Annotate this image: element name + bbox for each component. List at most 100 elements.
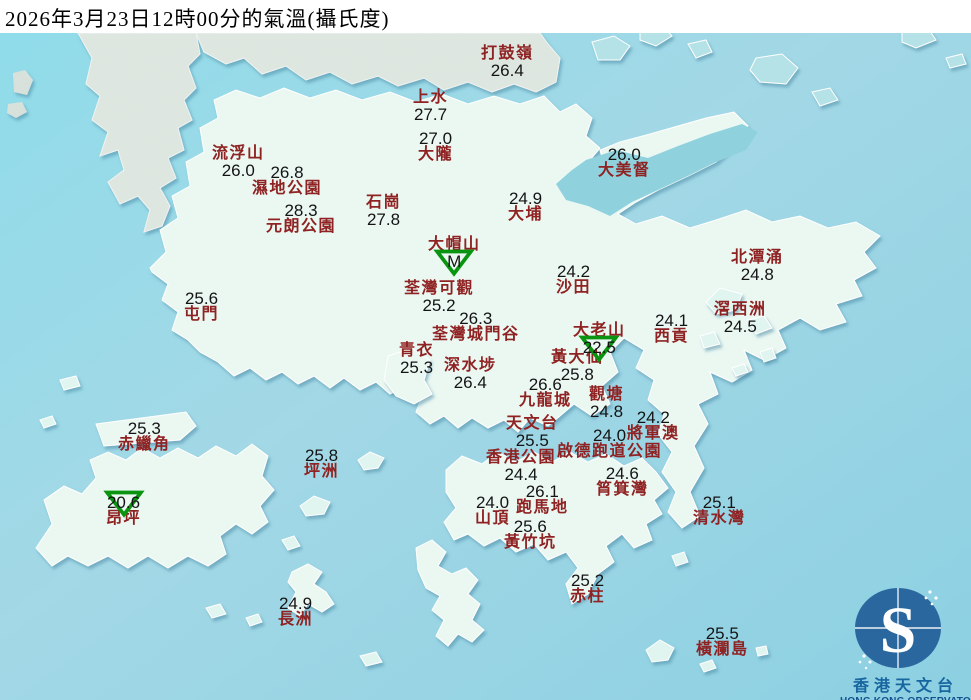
station-temperature-value: 20.6 — [107, 494, 140, 511]
logo-english-name: HONG KONG OBSERVATORY — [840, 696, 971, 700]
station-屯門: 25.6屯門 — [184, 290, 219, 323]
station-temperature-value: 24.2 — [557, 263, 590, 280]
station-name-label: 赤柱 — [570, 589, 605, 605]
station-name-label: 屯門 — [184, 307, 219, 323]
station-temperature-value: 25.5 — [516, 432, 549, 449]
station-temperature-value: 26.4 — [454, 374, 487, 391]
station-name-label: 荃灣城門谷 — [432, 327, 520, 343]
station-temperature-value: 27.8 — [367, 211, 400, 228]
station-name-label: 啟德跑道公園 — [557, 444, 662, 460]
station-temperature-value: 25.1 — [703, 494, 736, 511]
station-name-label: 濕地公園 — [252, 181, 322, 197]
station-name-label: 大美督 — [598, 163, 651, 179]
station-name-label: 流浮山 — [212, 146, 265, 162]
station-temperature-value: 26.8 — [270, 164, 303, 181]
station-name-label: 長洲 — [278, 612, 313, 628]
station-name-label: 赤鱲角 — [118, 437, 171, 453]
station-temperature-value: 24.4 — [504, 466, 537, 483]
station-temperature-value: 25.3 — [128, 420, 161, 437]
station-name-label: 黃竹坑 — [504, 535, 557, 551]
station-清水灣: 25.1清水灣 — [693, 494, 746, 527]
station-濕地公園: 26.8濕地公園 — [252, 164, 322, 197]
station-temperature-value: 24.0 — [476, 494, 509, 511]
station-北潭涌: 北潭涌24.8 — [731, 250, 784, 283]
station-大老山: 大老山22.5 — [573, 323, 626, 356]
station-name-label: 西貢 — [654, 329, 689, 345]
station-name-label: 將軍澳 — [627, 426, 680, 442]
station-觀塘: 觀塘24.8 — [589, 387, 624, 420]
station-滘西洲: 滘西洲24.5 — [714, 302, 767, 335]
station-長洲: 24.9長洲 — [278, 595, 313, 628]
station-temperature-value: M — [447, 253, 461, 270]
station-打鼓嶺: 打鼓嶺26.4 — [481, 46, 534, 79]
station-temperature-value: 25.8 — [305, 447, 338, 464]
station-temperature-value: 22.5 — [583, 339, 616, 356]
station-坪洲: 25.8坪洲 — [304, 447, 339, 480]
station-temperature-value: 26.6 — [529, 376, 562, 393]
station-name-label: 上水 — [413, 90, 448, 106]
station-大帽山: 大帽山M — [428, 237, 481, 270]
station-name-label: 筲箕灣 — [596, 482, 649, 498]
station-temperature-value: 25.8 — [561, 366, 594, 383]
station-temperature-value: 26.1 — [526, 483, 559, 500]
station-香港公園: 香港公園24.4 — [486, 450, 556, 483]
station-name-label: 沙田 — [556, 280, 591, 296]
station-深水埗: 深水埗26.4 — [444, 358, 497, 391]
station-赤柱: 25.2赤柱 — [570, 572, 605, 605]
station-上水: 上水27.7 — [413, 90, 448, 123]
station-name-label: 滘西洲 — [714, 302, 767, 318]
station-temperature-value: 24.9 — [509, 190, 542, 207]
title-bar: 2026年3月23日12時00分的氣溫(攝氏度) — [0, 0, 971, 33]
station-name-label: 深水埗 — [444, 358, 497, 374]
station-temperature-value: 26.0 — [608, 146, 641, 163]
page-title: 2026年3月23日12時00分的氣溫(攝氏度) — [5, 3, 390, 33]
station-temperature-value: 26.3 — [459, 310, 492, 327]
station-name-label: 清水灣 — [693, 511, 746, 527]
station-name-label: 元朗公園 — [266, 219, 336, 235]
station-name-label: 天文台 — [506, 416, 559, 432]
station-跑馬地: 26.1跑馬地 — [516, 483, 569, 516]
station-name-label: 打鼓嶺 — [481, 46, 534, 62]
station-temperature-value: 26.4 — [491, 62, 524, 79]
station-天文台: 天文台25.5 — [506, 416, 559, 449]
station-temperature-value: 25.5 — [706, 625, 739, 642]
station-name-label: 跑馬地 — [516, 500, 569, 516]
station-temperature-value: 24.1 — [655, 312, 688, 329]
station-temperature-value: 24.9 — [279, 595, 312, 612]
station-石崗: 石崗27.8 — [366, 195, 401, 228]
station-青衣: 青衣25.3 — [399, 343, 434, 376]
station-temperature-value: 24.2 — [637, 409, 670, 426]
station-name-label: 青衣 — [399, 343, 434, 359]
stations-layer: 打鼓嶺26.4上水27.727.0大隴流浮山26.026.8濕地公園28.3元朗… — [0, 0, 971, 700]
station-name-label: 大隴 — [418, 147, 453, 163]
station-黃竹坑: 25.6黃竹坑 — [504, 518, 557, 551]
station-temperature-value: 25.6 — [185, 290, 218, 307]
station-沙田: 24.2沙田 — [556, 263, 591, 296]
station-昂坪: 20.6昂坪 — [106, 494, 141, 527]
station-name-label: 香港公園 — [486, 450, 556, 466]
station-temperature-value: 24.0 — [593, 427, 626, 444]
station-temperature-value: 25.2 — [422, 297, 455, 314]
station-temperature-value: 26.0 — [222, 162, 255, 179]
station-元朗公園: 28.3元朗公園 — [266, 202, 336, 235]
station-temperature-value: 24.5 — [724, 318, 757, 335]
station-name-label: 觀塘 — [589, 387, 624, 403]
station-temperature-value: 28.3 — [284, 202, 317, 219]
logo-chinese-name: 香港天文台 — [840, 672, 971, 696]
station-西貢: 24.1西貢 — [654, 312, 689, 345]
station-將軍澳: 24.2將軍澳 — [627, 409, 680, 442]
station-temperature-value: 27.7 — [414, 106, 447, 123]
station-temperature-value: 24.6 — [606, 465, 639, 482]
station-temperature-value: 25.6 — [514, 518, 547, 535]
station-橫瀾島: 25.5橫瀾島 — [696, 625, 749, 658]
station-赤鱲角: 25.3赤鱲角 — [118, 420, 171, 453]
station-大埔: 24.9大埔 — [508, 190, 543, 223]
station-筲箕灣: 24.6筲箕灣 — [596, 465, 649, 498]
station-大隴: 27.0大隴 — [418, 130, 453, 163]
station-name-label: 荃灣可觀 — [404, 281, 474, 297]
station-temperature-value: 24.8 — [741, 266, 774, 283]
station-大美督: 26.0大美督 — [598, 146, 651, 179]
station-name-label: 橫瀾島 — [696, 642, 749, 658]
station-name-label: 坪洲 — [304, 464, 339, 480]
station-temperature-value: 25.3 — [400, 359, 433, 376]
